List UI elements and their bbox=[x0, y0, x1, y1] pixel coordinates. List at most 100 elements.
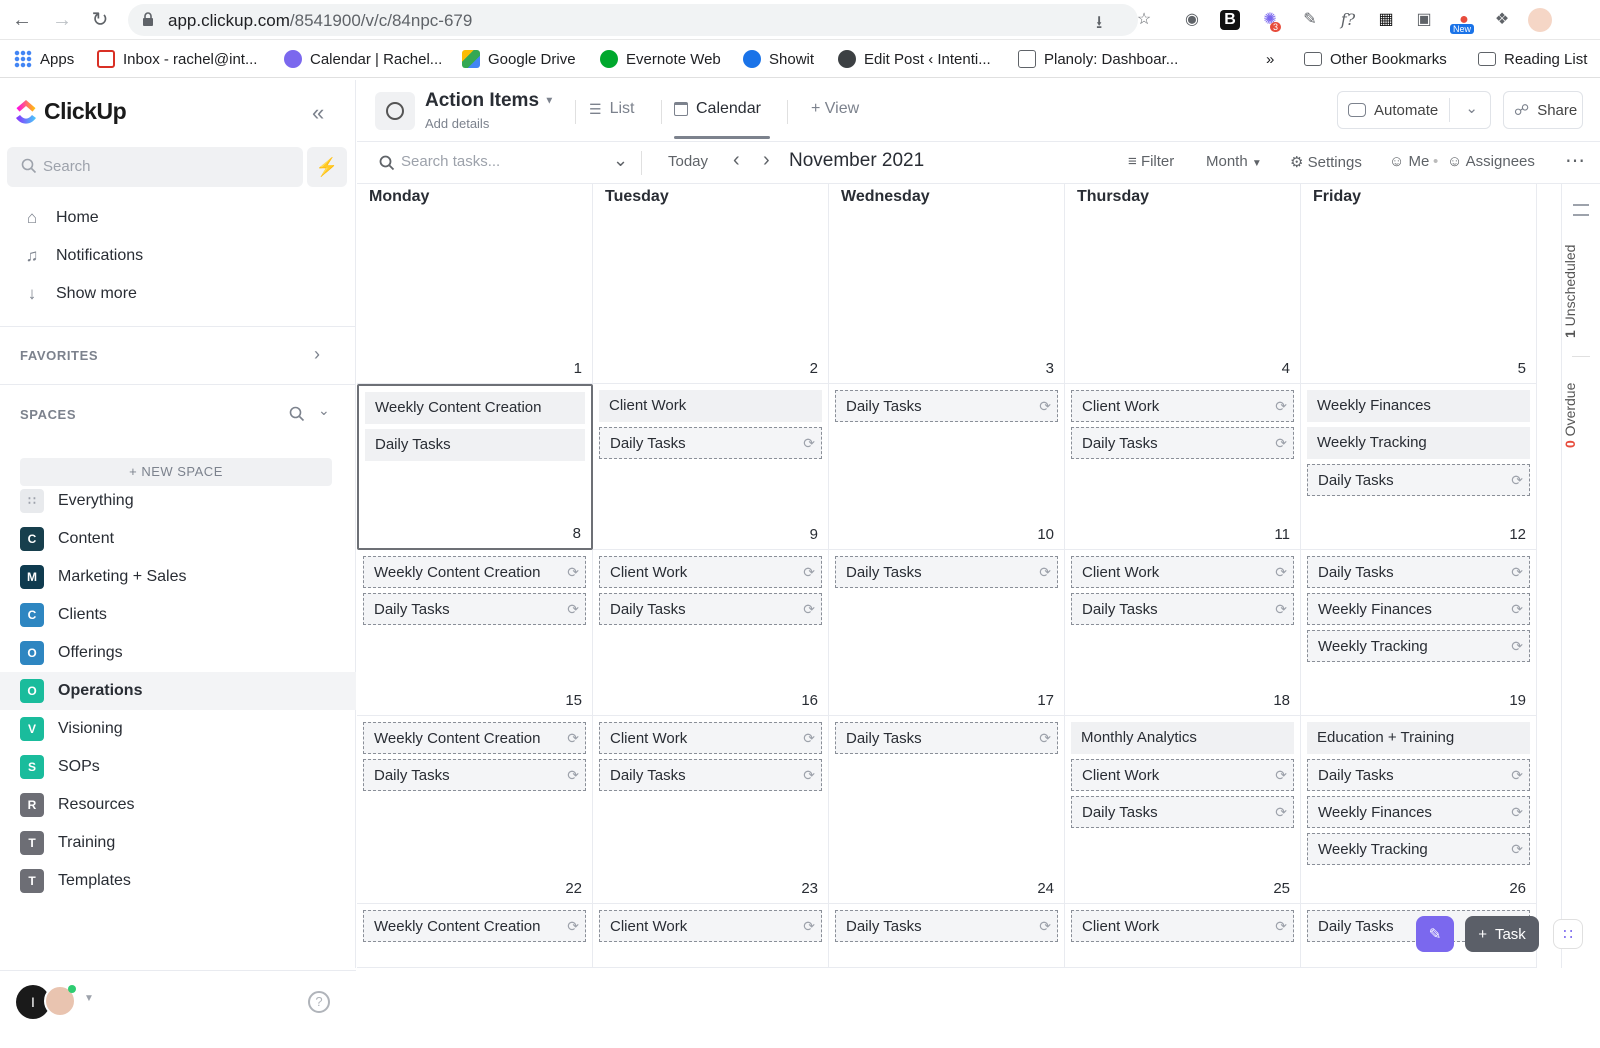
calendar-task[interactable]: Weekly Tracking bbox=[1307, 427, 1530, 459]
calendar-day-cell[interactable]: Weekly Finances Weekly Tracking Daily Task… bbox=[1301, 384, 1537, 550]
add-details-link[interactable]: Add details bbox=[425, 116, 489, 131]
sidebar-space-templates[interactable]: T Templates bbox=[0, 862, 356, 900]
calendar-task[interactable]: Monthly Analytics bbox=[1071, 722, 1294, 754]
calendar-task[interactable]: Weekly Content Creation ⟳ bbox=[363, 722, 586, 754]
chevron-down-icon[interactable]: ⌄ bbox=[318, 402, 330, 419]
help-icon[interactable]: ? bbox=[308, 991, 330, 1013]
camera-icon[interactable]: ◉ bbox=[1180, 8, 1204, 32]
calendar-day-cell[interactable]: Weekly Content Creation ⟳ bbox=[357, 904, 593, 968]
menu-icon[interactable] bbox=[1573, 204, 1589, 216]
tab-calendar[interactable]: Calendar bbox=[674, 100, 761, 118]
search-tasks-input[interactable]: Search tasks... bbox=[401, 153, 500, 170]
calendar-task[interactable]: Weekly Content Creation ⟳ bbox=[363, 910, 586, 942]
sidebar-space-everything[interactable]: ∷ Everything bbox=[0, 482, 356, 520]
lightning-icon[interactable]: ⚡ bbox=[307, 147, 347, 187]
calendar-day-cell[interactable]: Daily Tasks ⟳ 17 bbox=[829, 550, 1065, 716]
calendar-day-cell[interactable]: Client Work ⟳ Daily Tasks ⟳ 23 bbox=[593, 716, 829, 904]
sidebar-space-training[interactable]: T Training bbox=[0, 824, 356, 862]
prev-month-icon[interactable]: ‹ bbox=[733, 149, 740, 172]
calendar-task[interactable]: Daily Tasks⟳ bbox=[835, 910, 1058, 942]
calendar-day-cell[interactable]: 2 bbox=[593, 184, 829, 384]
bookmark-edit-post[interactable]: Edit Post ‹ Intenti... bbox=[838, 48, 991, 70]
me-filter[interactable]: ☺ Me bbox=[1389, 153, 1429, 170]
calendar-task[interactable]: Daily Tasks⟳ bbox=[835, 722, 1058, 754]
calendar-day-cell[interactable]: 5 bbox=[1301, 184, 1537, 384]
sidebar-space-resources[interactable]: R Resources bbox=[0, 786, 356, 824]
calendar-task[interactable]: Weekly Content Creation bbox=[365, 392, 585, 424]
more-options-icon[interactable]: ⋯ bbox=[1565, 148, 1586, 173]
calendar-task[interactable]: Daily Tasks⟳ bbox=[1307, 464, 1530, 496]
automate-button[interactable]: Automate ⌄ bbox=[1337, 91, 1491, 129]
grid-extension-icon[interactable]: ▦ bbox=[1374, 8, 1398, 32]
calendar-task[interactable]: Client Work ⟳ bbox=[1071, 759, 1294, 791]
nav-notifications[interactable]: ♫ Notifications bbox=[22, 241, 144, 271]
calendar-day-cell[interactable]: Client Work ⟳ bbox=[1065, 904, 1301, 968]
bookmark-planoly[interactable]: Planoly: Dashboar... bbox=[1018, 48, 1178, 70]
sidebar-space-sops[interactable]: S SOPs bbox=[0, 748, 356, 786]
reload-icon[interactable]: ↻ bbox=[88, 8, 112, 32]
sidebar-search-input[interactable]: Search bbox=[7, 147, 303, 187]
calendar-day-cell[interactable]: Education + Training Daily Tasks ⟳ Weekly F… bbox=[1301, 716, 1537, 904]
overdue-tab[interactable]: 0 Overdue bbox=[1562, 370, 1600, 460]
calendar-day-cell[interactable]: Client Work Daily Tasks ⟳ 9 bbox=[593, 384, 829, 550]
more-bookmarks[interactable]: » bbox=[1266, 48, 1274, 70]
calendar-task[interactable]: Daily Tasks⟳ bbox=[1307, 556, 1530, 588]
compose-button[interactable]: ✎ bbox=[1416, 916, 1454, 952]
address-bar[interactable]: app.clickup.com/8541900/v/c/84npc-679 ⭳ bbox=[128, 4, 1138, 36]
calendar-task[interactable]: Client Work ⟳ bbox=[599, 556, 822, 588]
unscheduled-tab[interactable]: 1 Unscheduled bbox=[1562, 236, 1600, 346]
chevron-right-icon[interactable]: › bbox=[314, 344, 320, 365]
calendar-day-cell[interactable]: Daily Tasks ⟳ 10 bbox=[829, 384, 1065, 550]
calendar-task[interactable]: Education + Training bbox=[1307, 722, 1530, 754]
calendar-task[interactable]: Client Work ⟳ bbox=[1071, 556, 1294, 588]
sidebar-space-content[interactable]: C Content bbox=[0, 520, 356, 558]
calendar-day-cell[interactable]: 4 bbox=[1065, 184, 1301, 384]
share-button[interactable]: ☍ Share bbox=[1503, 91, 1583, 129]
calendar-day-cell[interactable]: Daily Tasks⟳ bbox=[829, 904, 1065, 968]
calendar-day-cell[interactable]: Daily Tasks ⟳ 24 bbox=[829, 716, 1065, 904]
calendar-task[interactable]: Daily Tasks⟳ bbox=[363, 759, 586, 791]
chevron-down-icon[interactable]: ⌄ bbox=[613, 150, 628, 171]
bookmark-other[interactable]: Other Bookmarks bbox=[1304, 48, 1447, 70]
favorites-label[interactable]: FAVORITES bbox=[20, 348, 98, 363]
calendar-day-cell[interactable]: Client Work ⟳ Daily Tasks ⟳ 11 bbox=[1065, 384, 1301, 550]
calendar-day-cell[interactable]: Client Work ⟳ bbox=[593, 904, 829, 968]
star-icon[interactable]: ☆ bbox=[1132, 8, 1156, 32]
calendar-day-cell[interactable]: Weekly Content Creation ⟳ Daily Tasks ⟳ 15 bbox=[357, 550, 593, 716]
back-icon[interactable]: ← bbox=[10, 8, 34, 32]
calendar-task[interactable]: Daily Tasks⟳ bbox=[835, 556, 1058, 588]
add-view-button[interactable]: + View bbox=[811, 100, 859, 118]
calendar-day-cell[interactable]: Daily Tasks ⟳ Weekly Finances ⟳ Weekly Track… bbox=[1301, 550, 1537, 716]
eyedropper-icon[interactable]: ✎ bbox=[1298, 8, 1322, 32]
settings-button[interactable]: ⚙ Settings bbox=[1290, 153, 1362, 171]
bookmark-gmail[interactable]: Inbox - rachel@int... bbox=[97, 48, 257, 70]
calendar-task[interactable]: Client Work bbox=[599, 390, 822, 422]
calendar-task[interactable]: Weekly Finances ⟳ bbox=[1307, 593, 1530, 625]
calendar-task[interactable]: Weekly Tracking ⟳ bbox=[1307, 630, 1530, 662]
nav-show-more[interactable]: ↓ Show more bbox=[22, 279, 137, 309]
bookmark-calendar[interactable]: Calendar | Rachel... bbox=[284, 48, 442, 70]
reading-list[interactable]: Reading List bbox=[1478, 48, 1587, 70]
screenshot-icon[interactable]: ▣ bbox=[1412, 8, 1436, 32]
calendar-task[interactable]: Daily Tasks bbox=[365, 429, 585, 461]
calendar-day-cell[interactable]: Client Work ⟳ Daily Tasks ⟳ 16 bbox=[593, 550, 829, 716]
bold-extension-icon[interactable]: B bbox=[1220, 10, 1240, 30]
font-extension-icon[interactable]: f? bbox=[1336, 8, 1360, 32]
caret-down-icon[interactable]: ▼ bbox=[84, 993, 94, 1004]
bookmark-apps[interactable]: Apps bbox=[14, 48, 74, 70]
today-button[interactable]: Today bbox=[668, 153, 708, 170]
calendar-day-cell[interactable]: Client Work ⟳ Daily Tasks ⟳ 18 bbox=[1065, 550, 1301, 716]
calendar-day-cell[interactable]: Weekly Content Creation Daily Tasks 8 bbox=[357, 384, 593, 550]
calendar-task[interactable]: Daily Tasks⟳ bbox=[1071, 593, 1294, 625]
sidebar-space-operations[interactable]: O Operations bbox=[0, 672, 356, 710]
assignees-filter[interactable]: ☺ Assignees bbox=[1447, 153, 1535, 170]
month-select[interactable]: Month ▼ bbox=[1206, 153, 1262, 170]
calendar-day-cell[interactable]: Monthly Analytics Client Work ⟳ Daily Tasks… bbox=[1065, 716, 1301, 904]
filter-button[interactable]: ≡ Filter bbox=[1128, 153, 1174, 170]
forward-icon[interactable]: → bbox=[50, 8, 74, 32]
new-task-button[interactable]: + Task bbox=[1465, 916, 1539, 952]
calendar-task[interactable]: Daily Tasks⟳ bbox=[599, 427, 822, 459]
calendar-task[interactable]: Weekly Tracking ⟳ bbox=[1307, 833, 1530, 865]
calendar-task[interactable]: Client Work ⟳ bbox=[599, 722, 822, 754]
calendar-day-cell[interactable]: Weekly Content Creation ⟳ Daily Tasks ⟳ 22 bbox=[357, 716, 593, 904]
